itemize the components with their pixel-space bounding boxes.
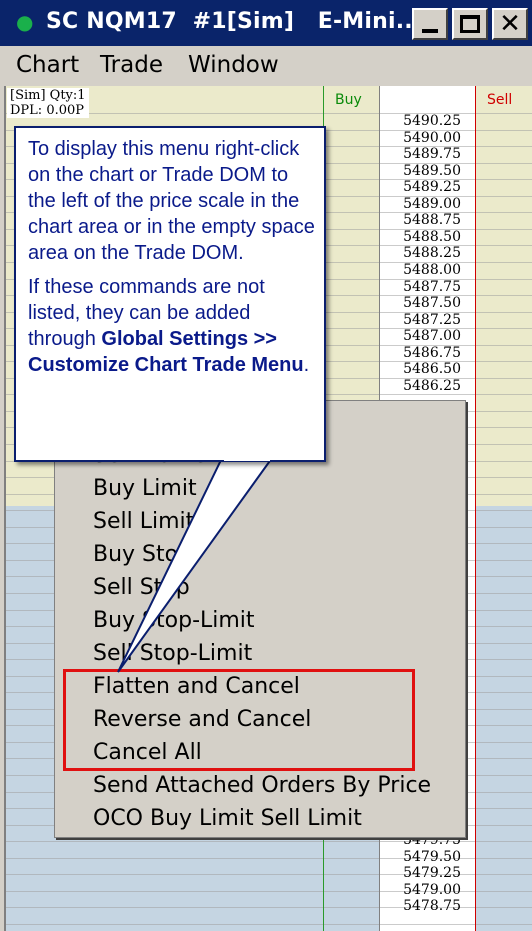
- callout-suffix: .: [303, 354, 310, 376]
- callout-paragraph-1: To display this menu right-click on the …: [28, 138, 315, 264]
- dom-window: ● SC NQM17 #1[Sim] E-Mini... ✕ Chart Tra…: [0, 0, 532, 931]
- help-callout: To display this menu right-click on the …: [14, 126, 326, 462]
- callout-paragraph-2: If these commands are not listed, they c…: [28, 274, 320, 378]
- callout-text: To display this menu right-click on the …: [28, 136, 320, 386]
- callout-pointer-joint: [224, 457, 270, 461]
